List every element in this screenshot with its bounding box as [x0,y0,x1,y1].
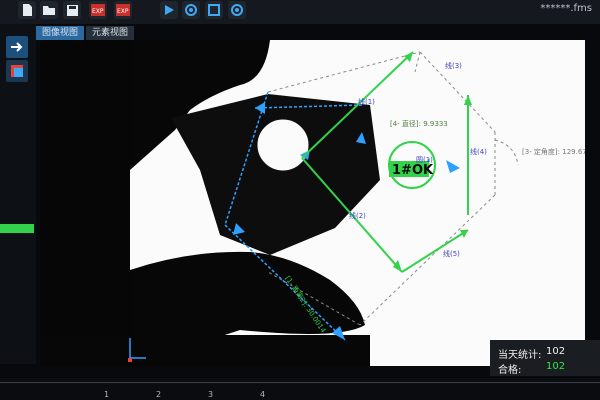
circle-1-label: 圆(1) [416,156,433,164]
line-1-label: 线(1) [358,97,375,106]
ruler-tick-label: 1 [104,390,110,399]
export-icon: EXP [91,4,105,16]
status-bar-indicator [0,224,34,233]
folder-icon [43,6,55,15]
save-button[interactable] [63,1,81,19]
export-icon: EXP [116,4,130,16]
left-panel [0,24,36,364]
angle-label: [3- 定角度]: 129.6702 [522,147,585,156]
line-2-label: 线(2) [349,211,366,220]
hand-lower-base [40,335,370,366]
ruler-line [0,382,600,383]
stats-panel: 当天统计: 102 合格: 102 [490,340,600,376]
line-3-label: 线(3) [445,61,462,70]
export-button-2[interactable]: EXP [114,1,132,19]
angle-arc [494,139,519,166]
line-4-label: 线(4) [470,147,487,156]
settings-button-1[interactable] [182,1,200,19]
ruler-tick-label: 4 [260,390,266,399]
view-tabs: 图像视图 元素视图 [36,26,136,40]
ruler-tick-label: 3 [208,390,214,399]
save-icon [66,4,78,16]
file-icon [23,4,32,16]
tab-element-view[interactable]: 元素视图 [86,26,135,40]
gear-icon [185,4,197,16]
arrow-head-icon [446,160,460,173]
today-count-value: 102 [546,346,566,357]
timeline-ruler: 1 2 3 4 [0,378,600,400]
origin-marker [128,358,132,362]
new-file-button[interactable] [18,1,36,19]
open-folder-button[interactable] [40,1,58,19]
part-body [171,94,380,255]
svg-text:EXP: EXP [92,8,104,15]
pass-count-label: 合格: [498,365,522,376]
pass-count-value: 102 [546,361,566,372]
image-canvas[interactable]: 1#OK 线(1) 线(2) 线(3) 线(4) 线(5) 圆(1) [4- 直… [40,40,585,366]
arrow-right-icon [11,42,23,52]
part-hole [256,118,310,172]
view-button[interactable] [205,1,223,19]
line-5-label: 线(5) [443,249,460,258]
result-text: 1#OK [392,163,434,178]
run-button[interactable] [160,1,178,19]
image-view[interactable]: 1#OK 线(1) 线(2) 线(3) 线(4) 线(5) 圆(1) [4- 直… [40,40,585,366]
diameter-label: [4- 直径]: 9.9333 [390,119,448,128]
square-icon [208,4,220,16]
tab-image-view[interactable]: 图像视图 [36,26,85,40]
layer-icon [11,65,23,77]
ruler-tick-label: 2 [156,390,162,399]
hand-shadow [40,40,130,366]
toolbar: EXP EXP ******.fms [0,0,600,24]
arrow-right-button[interactable] [6,36,28,58]
gear-icon [231,4,243,16]
today-count-label: 当天统计: [498,350,542,361]
export-button-1[interactable]: EXP [89,1,107,19]
svg-text:EXP: EXP [117,8,129,15]
play-icon [165,5,174,15]
settings-button-2[interactable] [228,1,246,19]
layer-button[interactable] [6,60,28,82]
arrow-head-icon [464,95,472,105]
window-title: ******.fms [540,3,592,14]
